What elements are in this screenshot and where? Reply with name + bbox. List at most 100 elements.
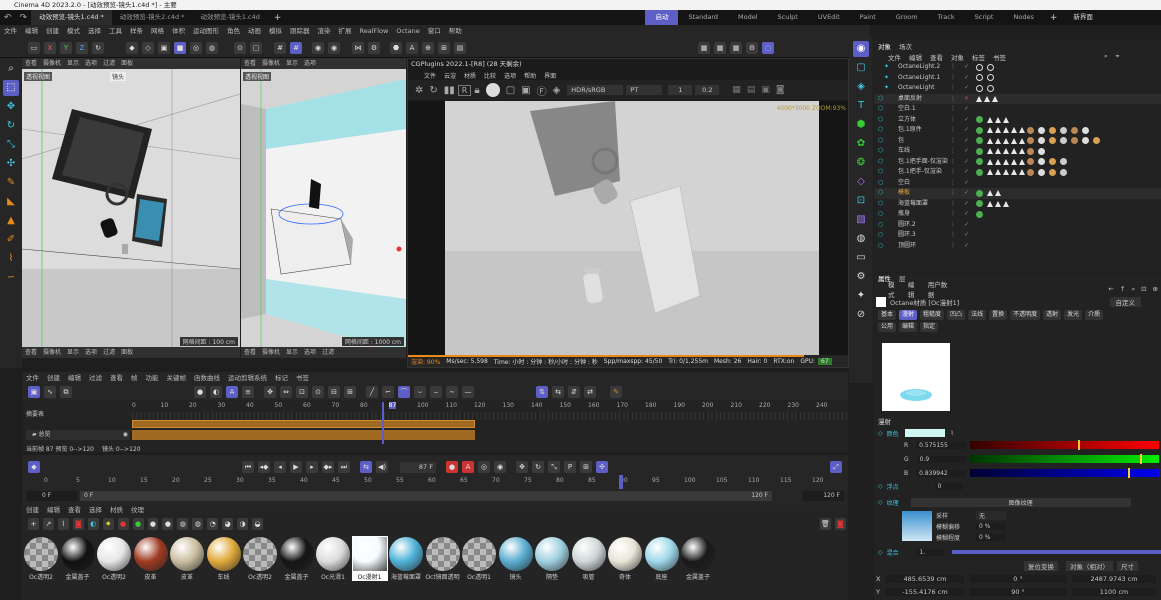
quantize-icon[interactable]: ⚙ [368, 41, 380, 54]
current-frame-field[interactable]: 87 F [400, 461, 436, 473]
octane-lock-icon[interactable]: 🔒︎ [471, 85, 482, 96]
material-tag-icon[interactable] [1082, 137, 1089, 144]
material-tag-icon[interactable] [1038, 126, 1045, 134]
motion-record-icon[interactable]: ◉ [494, 461, 506, 473]
tl-fcurve-icon[interactable]: ∿ [44, 386, 56, 398]
texture-tag-icon[interactable] [1011, 137, 1017, 144]
texture-tag-icon[interactable] [987, 127, 993, 133]
layout-groom[interactable]: Groom [886, 10, 928, 25]
mix-expand-icon[interactable]: ◇ [878, 549, 887, 556]
texture-tag-icon[interactable] [995, 200, 1001, 207]
coord-y-size[interactable]: 1100 cm [1072, 587, 1156, 596]
chip-medium[interactable]: 介质 [1085, 310, 1104, 320]
menu-render[interactable]: 渲染 [314, 25, 335, 38]
vp2-menu-camera[interactable]: 摄像机 [259, 58, 283, 69]
visibility-dots-icon[interactable]: ⋮ [950, 178, 956, 189]
light-tag-icon[interactable] [976, 84, 983, 92]
preview-range-bar[interactable]: 0 F 120 F [80, 491, 772, 501]
sound-icon[interactable]: ◀) [376, 461, 388, 473]
coord-system-icon[interactable]: ↻ [92, 41, 104, 54]
material-ball[interactable] [279, 537, 314, 571]
material-ball[interactable] [608, 537, 642, 571]
vp1b-menu-camera[interactable]: 摄像机 [40, 347, 64, 358]
transform-tool-icon[interactable]: ✣ [3, 156, 19, 172]
texture-tag-icon[interactable] [987, 169, 993, 175]
settings-icon[interactable]: ⚙ [746, 41, 758, 54]
material-name[interactable]: Oc光滑1 [315, 572, 351, 581]
menu-edit[interactable]: 编辑 [21, 25, 42, 38]
tl-auto-icon[interactable]: ∼ [446, 386, 458, 398]
menu-create[interactable]: 创建 [42, 25, 63, 38]
texture-tag-icon[interactable] [1019, 148, 1025, 154]
b-slider-knob[interactable] [1127, 468, 1130, 478]
phong-tag-icon[interactable] [976, 189, 983, 197]
tweak-icon[interactable]: ⊙ [234, 41, 246, 54]
visibility-dots-icon[interactable]: ⋮ [950, 94, 956, 105]
add-layout-icon[interactable]: + [1044, 13, 1064, 23]
material-name[interactable]: Oc透明2 [96, 572, 132, 581]
float-field[interactable]: 0 [934, 482, 963, 490]
object-name[interactable]: OctaneLight.2 [888, 62, 948, 73]
chip-edit[interactable]: 编辑 [899, 322, 918, 332]
enabled-check-icon[interactable]: ✓ [964, 146, 969, 157]
chip-assign[interactable]: 指定 [920, 322, 939, 332]
rail-monitor-icon[interactable]: ▭ [853, 250, 869, 266]
material-ball[interactable] [462, 537, 496, 571]
enabled-check-icon[interactable]: ✓ [964, 73, 969, 84]
paint-tool-icon[interactable]: ⌇ [3, 251, 19, 267]
rail-compass-icon[interactable]: ⊘ [853, 307, 869, 323]
object-row[interactable]: ○ 空白 ⋮ ✓ [874, 178, 1161, 189]
material-name[interactable]: 金属盖子 [680, 572, 716, 581]
texture-button[interactable]: 图像纹理 [910, 497, 1131, 507]
clapper3-icon[interactable]: ▦ [730, 41, 742, 54]
polygon-mode-icon[interactable]: ▣ [158, 41, 170, 54]
obj-menu-edit[interactable]: 编辑 [905, 52, 926, 62]
scale-tool-icon[interactable]: ⤡ [3, 137, 19, 153]
rotate-tool-icon[interactable]: ↻ [3, 118, 19, 134]
material-name[interactable]: 皮革 [133, 572, 169, 581]
chip-basic[interactable]: 基本 [878, 310, 897, 320]
texture-tag-icon[interactable] [995, 190, 1001, 196]
visibility-dots-icon[interactable]: ⋮ [950, 115, 956, 126]
material-tag-icon[interactable] [1027, 168, 1034, 176]
octane-save-icon[interactable]: ▤ [744, 85, 759, 95]
menu-volume[interactable]: 体积 [168, 25, 189, 38]
enabled-check-icon[interactable]: ✓ [964, 125, 969, 136]
tl-menu-function[interactable]: 功能 [142, 372, 163, 385]
color-swatch[interactable] [904, 429, 945, 437]
texture-tag-icon[interactable] [1011, 127, 1017, 133]
tl-menu-keyframe[interactable]: 关键帧 [163, 372, 191, 385]
material-ball[interactable] [571, 537, 606, 571]
workplane-icon[interactable]: ◉ [312, 41, 324, 54]
obj-filter-icon[interactable]: ⌖ [1112, 52, 1124, 61]
texture-tag-icon[interactable] [987, 148, 993, 154]
object-name[interactable]: 圆环.2 [888, 220, 948, 231]
object-name[interactable]: 包.1原件 [888, 125, 948, 136]
uv-mode-icon[interactable]: ◎ [190, 41, 202, 54]
object-row[interactable]: ✦ OctaneLight ⋮ ✓ [874, 83, 1161, 94]
tl-snap-icon[interactable]: ⊟ [328, 386, 340, 398]
tl-step-icon[interactable]: ⌐ [382, 386, 394, 398]
material-name[interactable]: 奇体 [607, 572, 643, 581]
visibility-dots-icon[interactable]: ⋮ [950, 230, 956, 241]
texture-tag-icon[interactable] [987, 190, 993, 196]
octane-camera-icon[interactable]: ▣ [758, 85, 773, 95]
tl-marker-icon[interactable]: ✎ [610, 386, 622, 398]
visibility-dots-icon[interactable]: ⋮ [950, 83, 956, 94]
tl-active-icon[interactable]: ⇅ [536, 386, 548, 398]
texture-tag-icon[interactable] [1003, 116, 1009, 123]
object-row[interactable]: ⬡ 立方体 ⋮ ✓ [874, 115, 1161, 126]
material-tag-icon[interactable] [1060, 158, 1067, 165]
visibility-dots-icon[interactable]: ⋮ [950, 167, 956, 178]
menu-spline[interactable]: 样条 [126, 25, 147, 38]
material-tag-icon[interactable] [1027, 158, 1034, 165]
tl-menu-motion[interactable]: 运动剪辑系统 [224, 372, 271, 385]
go-end-icon[interactable]: ⏭ [338, 461, 350, 473]
tl-menu-file[interactable]: 文件 [22, 372, 43, 385]
material-tag-icon[interactable] [1049, 158, 1056, 165]
brush-tool-icon[interactable]: ✐ [3, 232, 19, 248]
texture-expand-icon[interactable]: ◇ [878, 499, 887, 506]
object-row[interactable]: ⬡ 空白.1 ⋮ ✓ [874, 104, 1161, 115]
visibility-dots-icon[interactable]: ⋮ [950, 62, 956, 73]
material-name[interactable]: Oc透明1 [461, 572, 497, 581]
